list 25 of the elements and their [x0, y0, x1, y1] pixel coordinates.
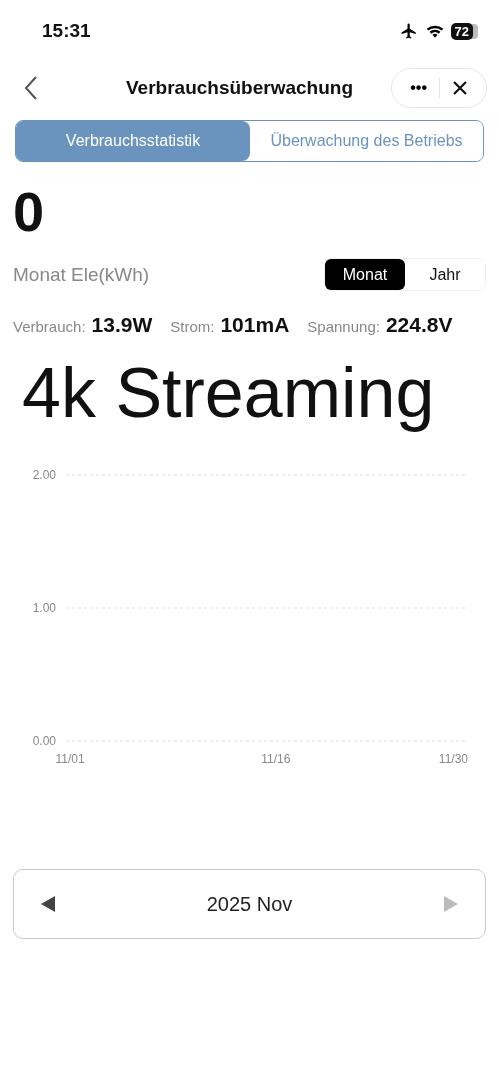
metric-label: Strom: — [170, 318, 215, 335]
more-button[interactable]: ••• — [410, 79, 427, 97]
previous-icon[interactable] — [40, 895, 56, 913]
period-option[interactable]: Monat — [325, 259, 405, 290]
back-icon[interactable] — [24, 75, 38, 101]
metric-value: 13.9W — [91, 313, 153, 337]
metric-value: 224.8V — [385, 313, 453, 337]
clock-time: 15:31 — [42, 20, 91, 42]
unit-label: Monat Ele(kWh) — [13, 263, 150, 286]
metric-label: Verbrauch: — [13, 318, 86, 335]
x-tick-label: 11/16 — [261, 752, 291, 766]
y-tick-label: 0.00 — [32, 734, 56, 748]
close-icon[interactable] — [452, 80, 468, 96]
metric-label: Spannung: — [307, 318, 380, 335]
y-tick-label: 1.00 — [32, 601, 56, 615]
wifi-icon — [424, 23, 445, 39]
x-tick-label: 11/01 — [55, 752, 85, 766]
mode-label: 4k Streaming — [22, 353, 436, 434]
total-value: 0 — [13, 180, 46, 244]
y-tick-label: 2.00 — [32, 468, 56, 482]
metric-value: 101mA — [220, 313, 290, 337]
x-tick-label: 11/30 — [438, 752, 468, 766]
date-label: 2025 Nov — [206, 892, 293, 916]
airplane-icon — [398, 22, 419, 40]
page-title: Verbrauchsüberwachung — [126, 77, 353, 99]
